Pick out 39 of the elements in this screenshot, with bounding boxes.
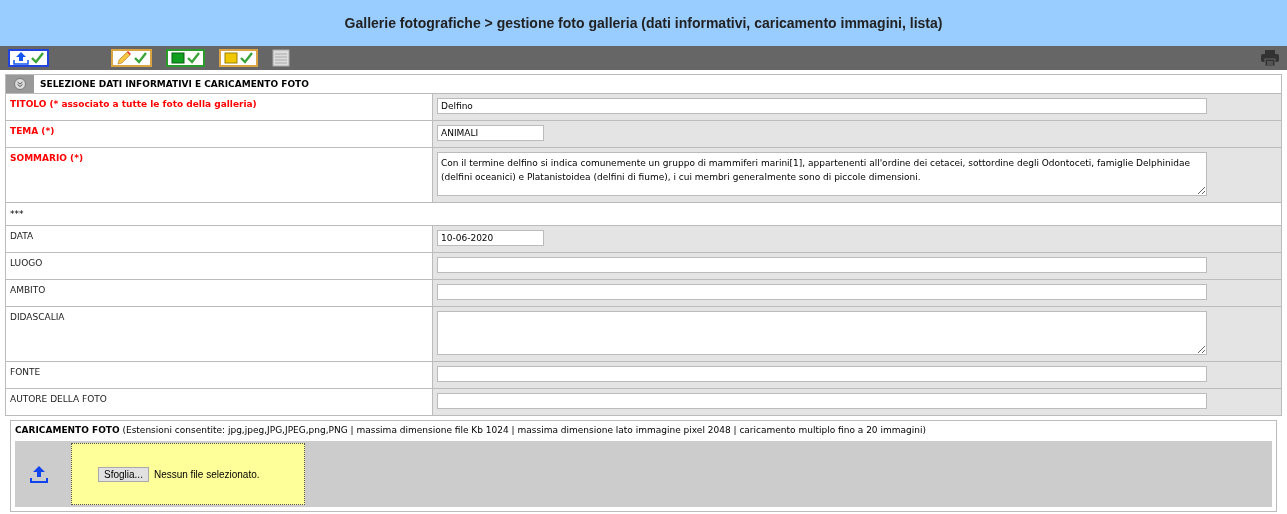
printer-icon[interactable] bbox=[1261, 50, 1279, 66]
input-field[interactable] bbox=[437, 257, 1207, 273]
input-field[interactable] bbox=[437, 284, 1207, 300]
upload-info: CARICAMENTO FOTO (Estensioni consentite: jpg,jpeg,JPG,JPEG,png,PNG | massima dimensione file Kb 1024 | massima dimensione lato immagine pixel 2048 | caricamento multiplo fino a 20 immagini) bbox=[15, 425, 927, 435]
list-icon[interactable] bbox=[272, 49, 290, 67]
square-icon bbox=[171, 52, 185, 64]
toolbar-button[interactable] bbox=[8, 49, 49, 67]
pencil-icon bbox=[116, 51, 132, 65]
square-icon bbox=[224, 52, 238, 64]
field-label: AMBITO bbox=[10, 285, 46, 295]
section-title: SELEZIONE DATI INFORMATIVI E CARICAMENTO FOTO bbox=[40, 79, 309, 89]
browse-button[interactable]: Sfoglia... bbox=[98, 466, 149, 482]
field-label: LUOGO bbox=[10, 258, 43, 268]
collapse-icon[interactable] bbox=[14, 78, 26, 90]
field-label: DIDASCALIA bbox=[10, 312, 65, 322]
field-label: TITOLO (* associato a tutte le foto della galleria) bbox=[10, 99, 257, 109]
field-label: TEMA (*) bbox=[10, 126, 55, 136]
toolbar-button[interactable] bbox=[219, 49, 258, 67]
file-status: Nessun file selezionato. bbox=[153, 468, 260, 480]
field-label: DATA bbox=[10, 231, 34, 241]
input-field[interactable]: ANIMALI bbox=[437, 125, 544, 141]
upload-icon[interactable] bbox=[29, 464, 49, 484]
text-area[interactable] bbox=[437, 311, 1207, 355]
checkmark-icon bbox=[187, 52, 200, 64]
page-title: Gallerie fotografiche > gestione foto galleria (dati informativi, caricamento immagini, lista) bbox=[0, 0, 1287, 46]
toolbar-button[interactable] bbox=[111, 49, 152, 67]
text-area[interactable]: Con il termine delfino si indica comunemente un gruppo di mammiferi marini[1], appartenenti all'ordine dei cetacei, sottordine degli Odontoceti, famiglie Delphinidae (delfini oceanici) e Platanistoidea (delfini di fiume), i cui membri generalmente sono di piccole dimensioni. bbox=[437, 152, 1207, 196]
field-label: FONTE bbox=[10, 367, 41, 377]
input-field[interactable] bbox=[437, 366, 1207, 382]
field-label: AUTORE DELLA FOTO bbox=[10, 394, 107, 404]
input-field[interactable] bbox=[437, 393, 1207, 409]
upload-icon bbox=[13, 51, 29, 65]
checkmark-icon bbox=[240, 52, 253, 64]
checkmark-icon bbox=[134, 52, 147, 64]
field-label: SOMMARIO (*) bbox=[10, 153, 83, 163]
toolbar-button[interactable] bbox=[166, 49, 205, 67]
input-field[interactable]: 10-06-2020 bbox=[437, 230, 544, 246]
checkmark-icon bbox=[31, 52, 44, 64]
input-field[interactable]: Delfino bbox=[437, 98, 1207, 114]
